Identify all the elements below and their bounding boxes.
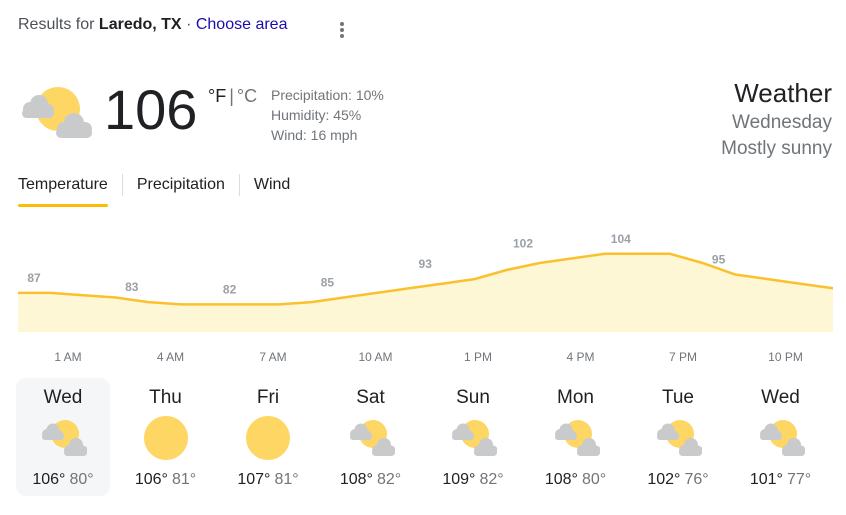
tab-divider [121, 174, 123, 196]
weather-summary: Weather Wednesday Mostly sunny [721, 76, 832, 162]
chart-value-label: 82 [223, 282, 237, 296]
forecast-day-name: Fri [256, 387, 280, 408]
forecast-day-name: Wed [761, 387, 800, 408]
forecast-day[interactable]: Wed 101° 77° [734, 378, 828, 496]
results-header: Results for Laredo, TX · Choose area [18, 16, 287, 34]
weather-day: Wednesday [732, 112, 832, 133]
current-temperature: 106 [104, 78, 198, 141]
forecast-low: 77° [786, 471, 812, 488]
sunny-icon [244, 414, 292, 462]
forecast-high: 102° [647, 471, 681, 488]
forecast-temps: 102° 76° [631, 470, 725, 490]
forecast-high: 106° [32, 471, 66, 488]
mostly-sunny-icon [552, 414, 600, 462]
forecast-day-name: Sat [356, 387, 385, 408]
chart-time-label: 4 AM [157, 350, 184, 364]
forecast-low: 82° [376, 471, 402, 488]
weather-title: Weather [734, 78, 832, 108]
forecast-low: 80° [69, 471, 94, 488]
chart-value-label: 95 [712, 253, 726, 267]
forecast-day[interactable]: Sat 108° 82° [324, 378, 418, 496]
forecast-high: 109° [442, 471, 476, 488]
forecast-high: 108° [339, 471, 373, 488]
unit-fahrenheit[interactable]: °F [208, 86, 226, 106]
chart-value-label: 85 [321, 276, 335, 290]
forecast-temps: 108° 80° [529, 470, 623, 490]
forecast-temps: 106° 81° [119, 470, 213, 490]
forecast-high: 106° [134, 471, 168, 488]
chart-time-label: 7 PM [669, 350, 697, 364]
chart-time-label: 1 AM [54, 350, 81, 364]
chart-value-label: 83 [125, 280, 139, 294]
tab-temperature[interactable]: Temperature [18, 172, 108, 208]
forecast-day[interactable]: Tue 102° 76° [631, 378, 725, 496]
forecast-day[interactable]: Wed 106° 80° [16, 378, 110, 496]
chart-time-label: 1 PM [464, 350, 492, 364]
forecast-temps: 106° 80° [16, 470, 110, 490]
humidity-text: Humidity: 45% [271, 107, 362, 123]
weather-details: Precipitation: 10% Humidity: 45% Wind: 1… [271, 85, 384, 145]
sunny-icon [142, 414, 190, 462]
chart-time-label: 7 AM [259, 350, 286, 364]
mostly-sunny-icon [654, 414, 703, 462]
daily-forecast: Wed 106° 80° Thu 106° 81° Fri 107° 81° Sat 108° 82°… [16, 378, 836, 496]
forecast-day-name: Mon [557, 387, 594, 408]
forecast-day[interactable]: Sun 109° 82° [426, 378, 520, 496]
forecast-temps: 109° 82° [426, 470, 520, 490]
precipitation-text: Precipitation: 10% [271, 87, 384, 103]
unit-separator: | [229, 86, 234, 106]
forecast-low: 80° [581, 471, 607, 488]
chart-time-label: 10 AM [358, 350, 392, 364]
forecast-day-name: Sun [456, 387, 490, 408]
location-name: Laredo, TX [98, 16, 182, 33]
mostly-sunny-icon [757, 414, 805, 462]
chart-value-label: 93 [419, 257, 433, 271]
unit-switcher: °F | °C [208, 86, 257, 107]
forecast-low: 81° [274, 471, 299, 488]
forecast-low: 76° [684, 471, 709, 488]
forecast-temps: 101° 77° [734, 470, 828, 490]
more-vert-icon[interactable] [333, 19, 351, 41]
chart-tabs: Temperature Precipitation Wind [18, 172, 290, 208]
results-for-label: Results for [18, 16, 95, 33]
chart-time-label: 4 PM [566, 350, 594, 364]
chart-value-label: 102 [513, 236, 533, 250]
chart-value-label: 104 [611, 232, 631, 246]
mostly-sunny-icon [39, 414, 88, 462]
wind-text: Wind: 16 mph [271, 127, 358, 143]
separator: · [186, 16, 192, 33]
forecast-day-name: Thu [149, 387, 182, 408]
forecast-high: 101° [749, 471, 783, 488]
temperature-chart: 87 83 82 85 93 102 104 95 1 AM 4 AM 7 AM 10 AM 1 PM… [18, 232, 834, 364]
weather-condition: Mostly sunny [721, 138, 832, 159]
forecast-high: 107° [237, 471, 271, 488]
forecast-day[interactable]: Thu 106° 81° [119, 378, 213, 496]
forecast-high: 108° [544, 471, 578, 488]
forecast-low: 81° [171, 471, 197, 488]
choose-area-link[interactable]: Choose area [196, 16, 288, 33]
unit-celsius[interactable]: °C [237, 86, 257, 106]
mostly-sunny-icon [347, 414, 395, 462]
forecast-low: 82° [479, 471, 504, 488]
forecast-day[interactable]: Mon 108° 80° [529, 378, 623, 496]
forecast-temps: 107° 81° [221, 470, 315, 490]
tab-wind[interactable]: Wind [254, 172, 290, 208]
mostly-sunny-icon [18, 84, 94, 140]
forecast-day[interactable]: Fri 107° 81° [221, 378, 315, 496]
mostly-sunny-icon [449, 414, 498, 462]
forecast-temps: 108° 82° [324, 470, 418, 490]
tab-precipitation[interactable]: Precipitation [137, 172, 225, 208]
tab-divider [238, 174, 240, 196]
forecast-day-name: Wed [43, 387, 83, 408]
chart-time-label: 10 PM [768, 350, 803, 364]
chart-value-label: 87 [27, 271, 41, 285]
forecast-day-name: Tue [661, 387, 695, 408]
